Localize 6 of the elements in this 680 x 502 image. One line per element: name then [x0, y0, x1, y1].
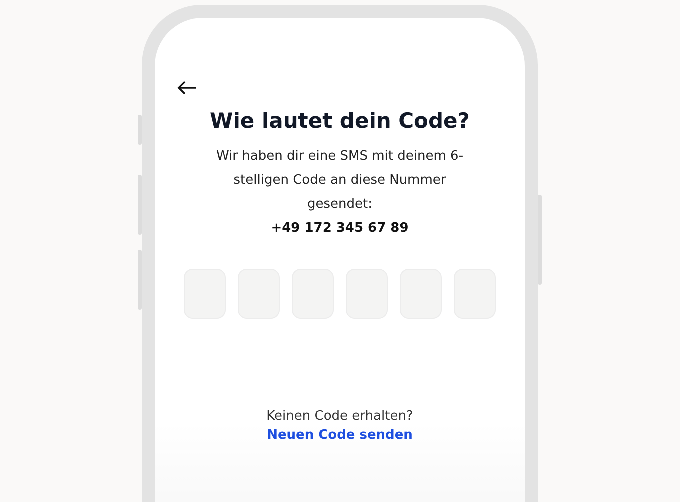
- back-arrow-icon[interactable]: [177, 81, 197, 95]
- phone-number: +49 172 345 67 89: [271, 220, 409, 238]
- sms-message: Wir haben dir eine SMS mit deinem 6-stelligen Code an diese Nummer gesendet:: [215, 148, 465, 214]
- resend-code-link[interactable]: Neuen Code senden: [267, 428, 413, 443]
- screen-title: Wie lautet dein Code?: [210, 109, 470, 133]
- resend-question: Keinen Code erhalten?: [266, 409, 414, 424]
